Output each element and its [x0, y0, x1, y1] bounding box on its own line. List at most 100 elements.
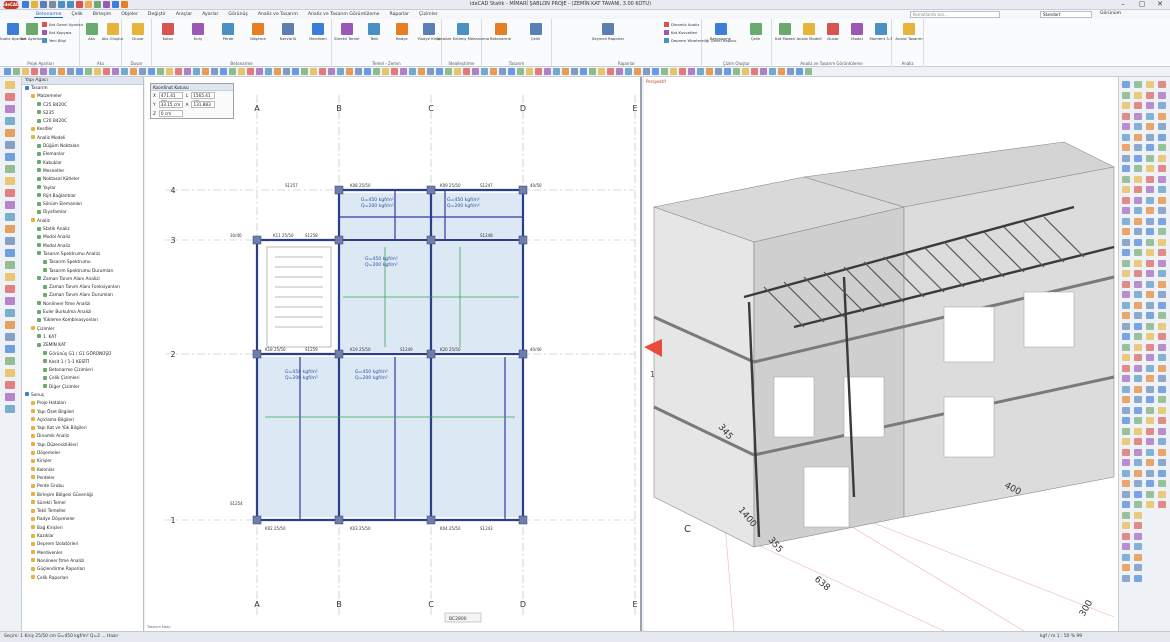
tree-item[interactable]: Döşemeler: [22, 450, 143, 458]
view-tool-icon[interactable]: [1134, 81, 1142, 88]
coord-l-value[interactable]: 1565.41 cm: [191, 92, 216, 104]
view-menu[interactable]: Görünüm: [1100, 11, 1121, 16]
view-tool-icon[interactable]: [1134, 249, 1142, 256]
tree-item[interactable]: Kirişler: [22, 458, 143, 466]
tool-icon[interactable]: [598, 68, 605, 75]
view-tool-icon[interactable]: [1134, 543, 1142, 550]
view-tool-icon[interactable]: [1134, 501, 1142, 508]
side-tool-icon[interactable]: [5, 345, 15, 353]
ribbon-button-3-5[interactable]: Merdiven: [304, 23, 332, 41]
3d-model-drawing[interactable]: Perspektif 345 400 1400 355 638 300 C 1: [644, 77, 1118, 632]
view-tool-icon[interactable]: [1146, 175, 1154, 183]
side-tool-icon[interactable]: [5, 189, 15, 197]
view-tool-icon[interactable]: [1134, 490, 1142, 498]
tool-icon[interactable]: [526, 68, 533, 75]
ribbon-small-button-0-1[interactable]: Kat Kopyala: [42, 30, 71, 35]
tool-icon[interactable]: [355, 68, 362, 75]
view-tool-icon[interactable]: [1158, 102, 1166, 109]
tool-icon[interactable]: [607, 68, 614, 75]
view-tool-icon[interactable]: [1158, 406, 1166, 414]
ribbon-button-10-0[interactable]: Analiz Tasarım: [894, 23, 924, 41]
side-tool-icon[interactable]: [5, 273, 15, 281]
tree-item[interactable]: Noktasal Kütleler: [22, 176, 143, 184]
print-icon[interactable]: [49, 1, 56, 8]
view-tool-icon[interactable]: [1134, 354, 1142, 361]
tree-item[interactable]: Rijit Bağlantılar: [22, 193, 143, 201]
tree-item[interactable]: Kesit 1 / 1-1 KESİTİ: [22, 359, 143, 367]
view-tool-icon[interactable]: [1122, 417, 1130, 424]
tree-item[interactable]: Tasarım Spektrumu: [22, 259, 143, 267]
view-tool-icon[interactable]: [1146, 196, 1154, 204]
view-tool-icon[interactable]: [1146, 354, 1154, 361]
view-tool-icon[interactable]: [1122, 490, 1130, 498]
view-tool-icon[interactable]: [1122, 459, 1130, 466]
tool-icon[interactable]: [85, 68, 92, 75]
view-tool-icon[interactable]: [1158, 396, 1166, 403]
ribbon-button-4-0[interactable]: Sürekli Temel: [334, 23, 360, 41]
view-tool-icon[interactable]: [1158, 301, 1166, 309]
minimize-button[interactable]: –: [1114, 0, 1132, 8]
open-icon[interactable]: [31, 1, 38, 8]
tool-icon[interactable]: [769, 68, 776, 75]
side-tool-icon[interactable]: [5, 177, 15, 185]
view-tool-icon[interactable]: [1158, 270, 1166, 277]
tool-icon[interactable]: [184, 68, 191, 75]
view-tool-icon[interactable]: [1158, 490, 1166, 498]
tab-3[interactable]: Objeler: [119, 12, 140, 17]
tool-icon[interactable]: [670, 68, 677, 75]
view-tool-icon[interactable]: [1146, 343, 1154, 351]
tool-icon[interactable]: [274, 68, 281, 75]
tool-icon[interactable]: [166, 68, 173, 75]
side-tool-icon[interactable]: [5, 81, 15, 89]
view-tool-icon[interactable]: [1158, 385, 1166, 393]
tree-item[interactable]: Sonuç: [22, 392, 143, 400]
ribbon-button-3-0[interactable]: Kolon: [154, 23, 182, 41]
view-tool-icon[interactable]: [1158, 81, 1166, 88]
view-tool-icon[interactable]: [1134, 532, 1142, 540]
side-tool-icon[interactable]: [5, 309, 15, 317]
tool-icon[interactable]: [553, 68, 560, 75]
tree-item[interactable]: Yaylar: [22, 185, 143, 193]
tool-icon[interactable]: [661, 68, 668, 75]
undo-icon[interactable]: [58, 1, 65, 8]
tool-icon[interactable]: [436, 68, 443, 75]
view-tool-icon[interactable]: [1158, 228, 1166, 235]
view-tool-icon[interactable]: [1122, 228, 1130, 235]
ribbon-small-button-7-0[interactable]: Dinamik Analiz: [664, 22, 699, 27]
view-tool-icon[interactable]: [1134, 553, 1142, 561]
ribbon-button-2-0[interactable]: Duvar: [124, 23, 152, 41]
view-tool-icon[interactable]: [1122, 175, 1130, 183]
view-tool-icon[interactable]: [1134, 322, 1142, 330]
tool-icon[interactable]: [562, 68, 569, 75]
app-logo[interactable]: ideCAD: [3, 1, 19, 9]
view-tool-icon[interactable]: [1158, 123, 1166, 130]
view-tool-icon[interactable]: [1158, 175, 1166, 183]
tool-icon[interactable]: [760, 68, 767, 75]
view-tool-icon[interactable]: [1134, 406, 1142, 414]
ribbon-small-button-0-2[interactable]: Yeni Bilgi: [42, 38, 66, 43]
view-tool-icon[interactable]: [1146, 417, 1154, 424]
view-tool-icon[interactable]: [1122, 301, 1130, 309]
view-tool-icon[interactable]: [1134, 511, 1142, 519]
view-tool-icon[interactable]: [1134, 133, 1142, 141]
tree-item[interactable]: Kazıklar: [22, 533, 143, 541]
view-tool-icon[interactable]: [1122, 270, 1130, 277]
tool-icon[interactable]: [175, 68, 182, 75]
coord-a-value[interactable]: 131.883: [191, 101, 216, 108]
view-tool-icon[interactable]: [1158, 417, 1166, 424]
view-tool-icon[interactable]: [1122, 322, 1130, 330]
view-tool-icon[interactable]: [1122, 375, 1130, 382]
view-tool-icon[interactable]: [1122, 343, 1130, 351]
view-tool-icon[interactable]: [1158, 238, 1166, 246]
view-tool-icon[interactable]: [1122, 511, 1130, 519]
view-tool-icon[interactable]: [1158, 364, 1166, 372]
tool-icon[interactable]: [373, 68, 380, 75]
tool-icon[interactable]: [193, 68, 200, 75]
view-tool-icon[interactable]: [1158, 501, 1166, 508]
view-tool-icon[interactable]: [1122, 333, 1130, 340]
tab-10[interactable]: Raporlar: [388, 12, 412, 17]
tool-icon[interactable]: [751, 68, 758, 75]
view-tool-icon[interactable]: [1122, 280, 1130, 288]
view-tool-icon[interactable]: [1146, 102, 1154, 109]
view-tool-icon[interactable]: [1122, 238, 1130, 246]
